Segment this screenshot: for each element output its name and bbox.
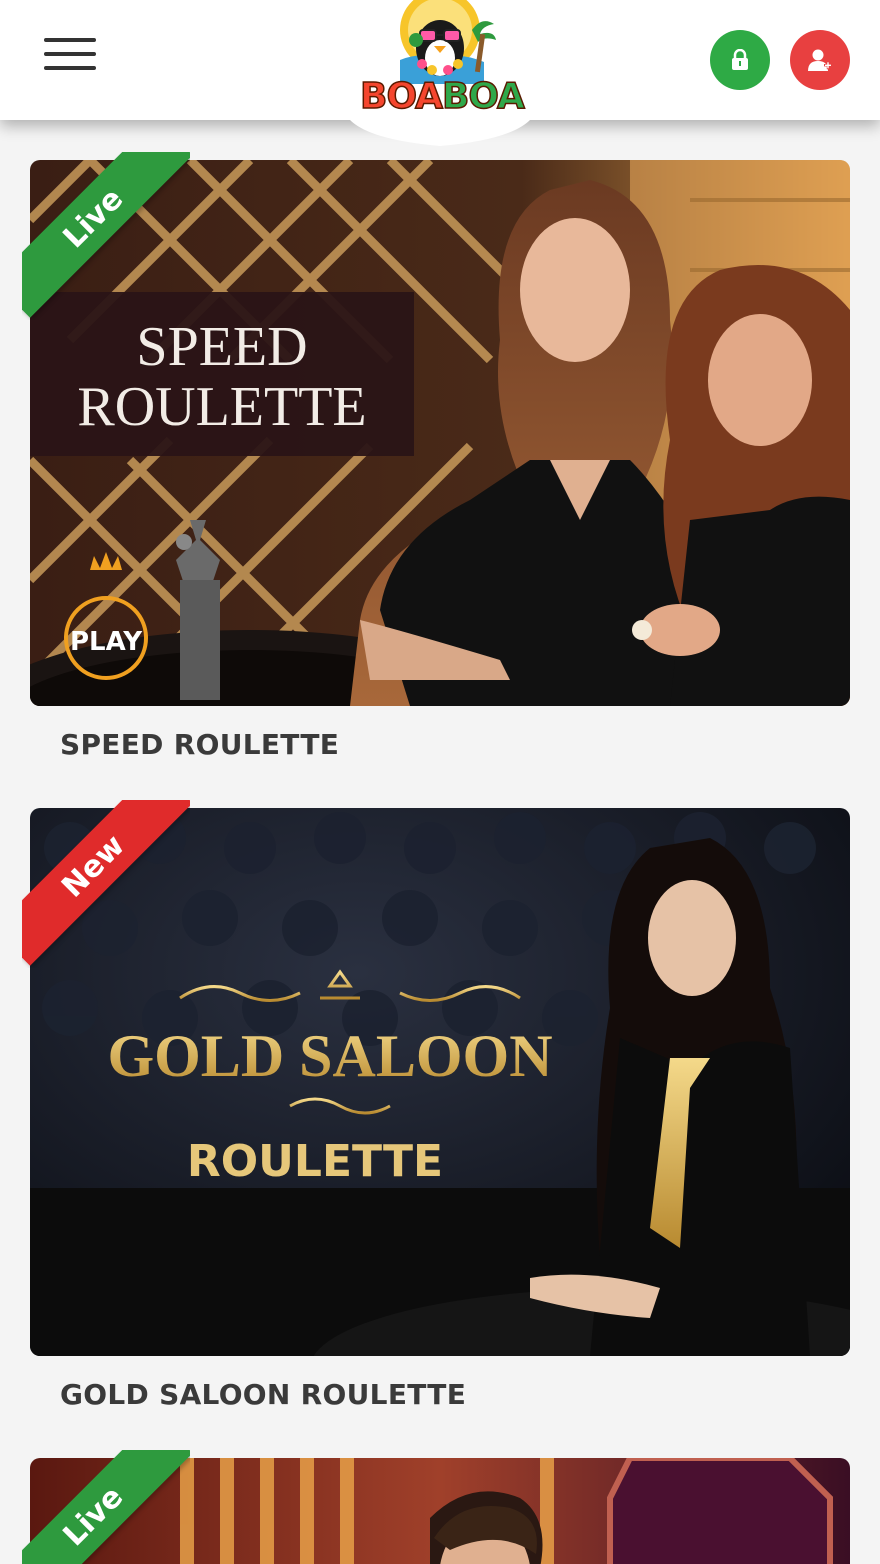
game-title[interactable]: GOLD SALOON ROULETTE xyxy=(60,1378,466,1411)
image-title-line1: GOLD SALOON xyxy=(107,1023,552,1089)
game-card-partial[interactable] xyxy=(30,1458,850,1564)
game-thumbnail xyxy=(30,1458,850,1564)
hamburger-menu-icon[interactable] xyxy=(44,38,96,72)
add-user-icon xyxy=(808,49,832,71)
image-title-line1: SPEED xyxy=(136,316,307,378)
provider-badge: PLAY xyxy=(70,627,143,657)
image-title-line2: ROULETTE xyxy=(77,376,366,438)
boaboa-logo[interactable]: BOABOA xyxy=(359,0,526,122)
logo-text: BOABOA xyxy=(359,75,525,118)
register-button[interactable] xyxy=(790,30,850,90)
game-card-speed-roulette[interactable]: SPEED ROULETTE PLAY xyxy=(30,160,850,706)
lock-icon xyxy=(732,49,748,70)
game-title[interactable]: SPEED ROULETTE xyxy=(60,728,339,761)
image-title-line2: ROULETTE xyxy=(187,1136,443,1187)
game-thumbnail: SPEED ROULETTE PLAY xyxy=(30,160,850,706)
login-button[interactable] xyxy=(710,30,770,90)
game-card-gold-saloon-roulette[interactable]: GOLD SALOON ROULETTE xyxy=(30,808,850,1356)
game-thumbnail: GOLD SALOON ROULETTE xyxy=(30,808,850,1356)
